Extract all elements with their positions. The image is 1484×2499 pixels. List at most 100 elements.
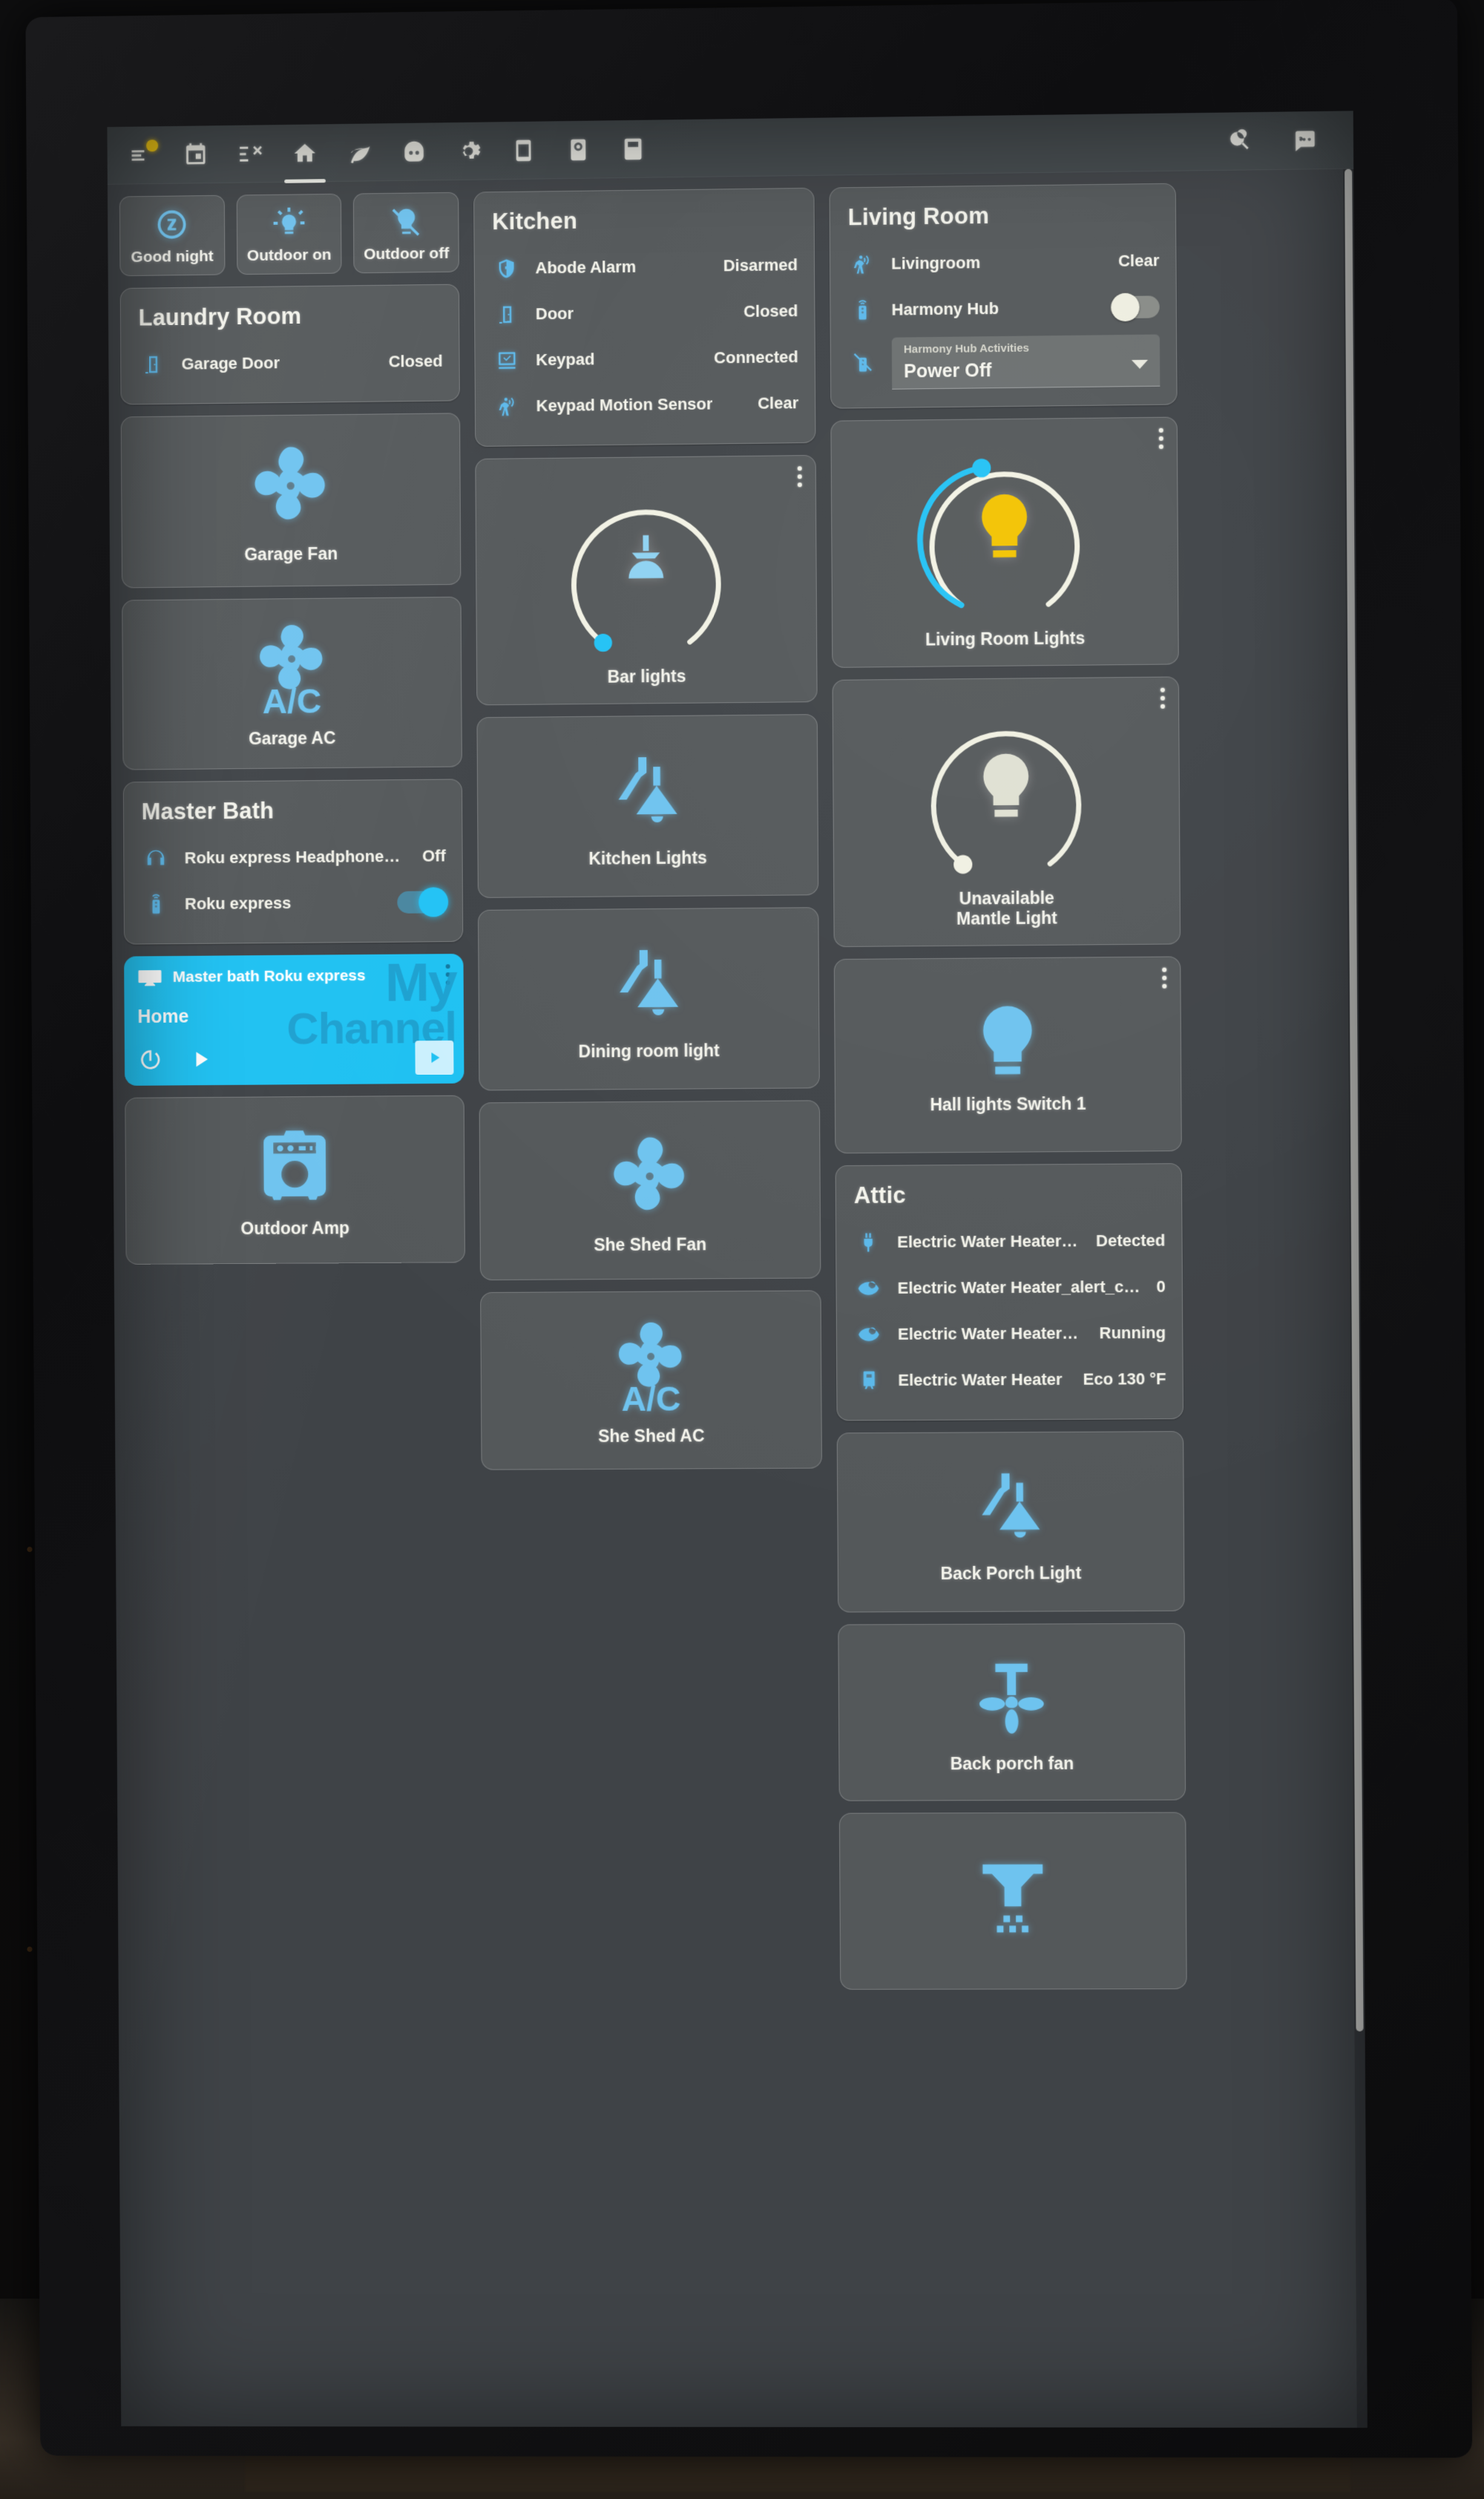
lightbulb-variant-icon <box>965 999 1049 1083</box>
entity-state: Connected <box>714 347 798 367</box>
brightness-dial[interactable] <box>907 438 1102 618</box>
motion-sensor-icon <box>847 253 878 276</box>
tile-bar-lights[interactable]: Bar lights <box>475 454 818 706</box>
entity-row-water-heater-running-state[interactable]: Electric Water Heater_running… Running <box>853 1310 1166 1357</box>
tab-cctv[interactable] <box>563 134 593 164</box>
tile-label: Hall lights Switch 1 <box>930 1093 1086 1115</box>
remote-icon <box>847 299 878 322</box>
entity-row-garage-door[interactable]: Garage Door Closed <box>137 338 443 388</box>
fan-icon <box>244 439 338 533</box>
entity-row-roku-express[interactable]: Roku express <box>140 879 447 927</box>
entity-row-keypad[interactable]: Keypad Connected <box>491 334 798 384</box>
lightbulb-off-icon <box>392 208 419 236</box>
entity-name: Electric Water Heater <box>898 1370 1063 1390</box>
tile-sprinkler[interactable] <box>838 1812 1187 1991</box>
tab-settings[interactable] <box>454 136 484 166</box>
app-bar-actions <box>1225 125 1334 156</box>
tile-she-shed-ac[interactable]: A/C She Shed AC <box>480 1290 822 1470</box>
entity-row-water-heater[interactable]: Electric Water Heater Eco 130 °F <box>853 1356 1166 1404</box>
tile-label: Garage Fan <box>244 544 338 565</box>
tab-leaf[interactable] <box>344 137 374 167</box>
tile-hall-lights-switch-1[interactable]: Hall lights Switch 1 <box>833 956 1182 1154</box>
column-left: Good night Outdoor on Outdoor off Laundr… <box>119 191 465 1265</box>
tile-garage-ac[interactable]: A/C Garage AC <box>122 596 462 770</box>
more-options-button[interactable] <box>1158 428 1163 449</box>
brightness-dial[interactable] <box>549 476 743 655</box>
entity-row-door[interactable]: Door Closed <box>491 288 798 338</box>
tile-mantle-light[interactable]: Unavailable Mantle Light <box>832 676 1181 948</box>
entity-row-livingroom-motion[interactable]: Livingroom Clear <box>847 238 1160 287</box>
tab-tablet-dashboard[interactable] <box>508 135 538 165</box>
tab-home[interactable] <box>290 138 320 168</box>
wall-sconce-icon <box>604 940 694 1029</box>
more-options-button[interactable] <box>797 466 802 488</box>
scene-label: Outdoor off <box>364 244 450 263</box>
tile-label: Outdoor Amp <box>240 1218 350 1239</box>
entity-state: Running <box>1099 1323 1166 1343</box>
tile-outdoor-amp[interactable]: Outdoor Amp <box>125 1095 465 1265</box>
lightbulb-on-icon <box>273 206 305 234</box>
keypad-icon <box>491 349 522 371</box>
tile-she-shed-fan[interactable]: She Shed Fan <box>479 1100 821 1281</box>
power-plug-icon <box>853 1231 884 1254</box>
television-icon <box>138 970 162 986</box>
column-right: Living Room Livingroom Clear Harmony Hub… <box>829 183 1187 1991</box>
entity-state: Closed <box>388 351 443 371</box>
play-icon[interactable] <box>188 1047 213 1072</box>
tile-back-porch-fan[interactable]: Back porch fan <box>838 1623 1186 1802</box>
tab-remote-tv[interactable] <box>618 134 648 163</box>
sleep-icon <box>157 209 187 239</box>
more-options-button[interactable] <box>1160 687 1166 709</box>
sprinkler-icon <box>968 1853 1057 1940</box>
tab-shuffle[interactable] <box>235 139 265 168</box>
chevron-down-icon[interactable] <box>1131 359 1149 370</box>
remote-icon <box>140 893 171 915</box>
power-icon[interactable] <box>138 1047 163 1072</box>
screen: Good night Outdoor on Outdoor off Laundr… <box>107 111 1368 2428</box>
wall-sconce-icon <box>966 1464 1054 1552</box>
tile-living-room-lights[interactable]: Living Room Lights <box>830 416 1179 668</box>
tile-back-porch-light[interactable]: Back Porch Light <box>836 1431 1185 1613</box>
media-controls <box>138 1045 451 1072</box>
tab-calendar[interactable] <box>181 140 211 169</box>
tile-kitchen-lights[interactable]: Kitchen Lights <box>476 714 819 899</box>
entity-row-keypad-motion-sensor[interactable]: Keypad Motion Sensor Clear <box>492 380 799 430</box>
tile-garage-fan[interactable]: Garage Fan <box>120 413 462 589</box>
card-laundry-room: Laundry Room Garage Door Closed <box>119 284 460 405</box>
entity-name: Abode Alarm <box>535 257 637 278</box>
entity-row-roku-headphones[interactable]: Roku express Headphones Connec… Off <box>140 833 446 881</box>
entity-name: Electric Water Heater_running <box>897 1231 1083 1252</box>
card-title: Attic <box>853 1182 906 1209</box>
entity-row-water-heater-running[interactable]: Electric Water Heater_running Detected <box>853 1218 1166 1266</box>
card-title: Laundry Room <box>138 303 302 331</box>
select-value: Power Off <box>904 360 992 382</box>
fan-icon <box>603 1129 697 1223</box>
harmony-activities-select[interactable]: Harmony Hub Activities Power Off <box>891 334 1160 390</box>
entity-row-harmony-hub[interactable]: Harmony Hub <box>847 284 1160 333</box>
eye-icon <box>853 1323 884 1346</box>
tile-label: She Shed Fan <box>594 1234 707 1254</box>
scene-outdoor-on[interactable]: Outdoor on <box>236 193 342 275</box>
door-closed-icon <box>491 304 522 326</box>
entity-row-harmony-activities: Harmony Hub Activities Power Off <box>847 330 1160 391</box>
svg-text:A/C: A/C <box>621 1379 680 1415</box>
select-label: Harmony Hub Activities <box>903 341 1030 356</box>
tab-robot-vacuum[interactable] <box>399 137 429 166</box>
air-conditioner-icon: A/C <box>247 620 336 718</box>
tile-dining-room-light[interactable]: Dining room light <box>478 907 820 1091</box>
scene-good-night[interactable]: Good night <box>119 194 226 277</box>
more-options-button[interactable] <box>1162 967 1167 989</box>
more-options-button[interactable] <box>445 964 450 986</box>
entity-name: Roku express <box>184 894 292 914</box>
search-button[interactable] <box>1225 126 1255 157</box>
assist-button[interactable] <box>1289 125 1319 156</box>
entity-toggle[interactable] <box>397 891 447 914</box>
scene-outdoor-off[interactable]: Outdoor off <box>353 191 459 274</box>
entity-row-abode-alarm[interactable]: Abode Alarm Disarmed <box>490 242 798 292</box>
tab-overview[interactable] <box>126 139 159 170</box>
monitor-bezel: Good night Outdoor on Outdoor off Laundr… <box>25 0 1473 2458</box>
entity-row-water-heater-alert-count[interactable]: Electric Water Heater_alert_count 0 <box>853 1264 1166 1312</box>
card-media-player-master-bath[interactable]: My Channel Master bath Roku express Home <box>124 953 464 1086</box>
brightness-dial[interactable] <box>909 698 1103 878</box>
entity-toggle[interactable] <box>1110 295 1160 319</box>
